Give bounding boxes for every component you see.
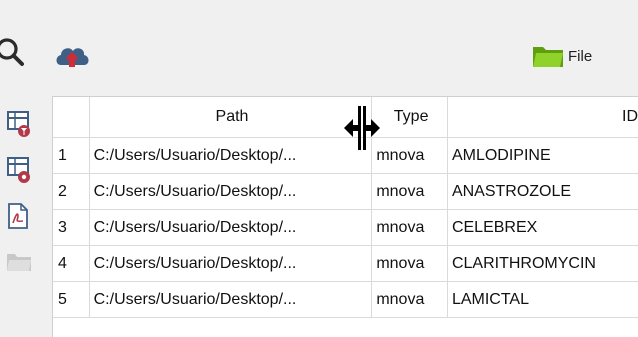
- search-icon: [0, 38, 24, 66]
- upload-button[interactable]: [50, 38, 94, 74]
- file-button[interactable]: File: [532, 41, 612, 71]
- cell-path[interactable]: C:/Users/Usuario/Desktop/...: [89, 209, 373, 246]
- cell-type[interactable]: mnova: [371, 209, 448, 246]
- cell-path[interactable]: C:/Users/Usuario/Desktop/...: [89, 245, 373, 282]
- search-button[interactable]: [0, 34, 30, 70]
- cell-type[interactable]: mnova: [371, 137, 448, 174]
- file-label: File: [568, 47, 593, 65]
- table-settings-button[interactable]: [6, 156, 32, 183]
- data-table: Path Type ID 1 C:/Users/Usuario/Desktop/…: [52, 96, 638, 337]
- cell-id[interactable]: LAMICTAL: [447, 281, 638, 318]
- cell-path[interactable]: C:/Users/Usuario/Desktop/...: [89, 281, 373, 318]
- table-row[interactable]: 5 C:/Users/Usuario/Desktop/... mnova LAM…: [53, 281, 638, 318]
- cell-path[interactable]: C:/Users/Usuario/Desktop/...: [89, 173, 373, 210]
- table-settings-icon: [7, 157, 30, 183]
- cell-type[interactable]: mnova: [371, 173, 448, 210]
- table-filter-icon: [7, 111, 30, 137]
- table-row[interactable]: 2 C:/Users/Usuario/Desktop/... mnova ANA…: [53, 173, 638, 210]
- folder-icon: [7, 254, 31, 271]
- row-number[interactable]: 1: [53, 137, 90, 174]
- row-number[interactable]: 5: [53, 281, 90, 318]
- row-number[interactable]: 4: [53, 245, 90, 282]
- column-header-type[interactable]: Type: [371, 97, 448, 138]
- pdf-export-button[interactable]: [6, 202, 32, 229]
- cell-id[interactable]: ANASTROZOLE: [447, 173, 638, 210]
- side-toolbar: [0, 98, 42, 330]
- filter-table-button[interactable]: [6, 110, 32, 137]
- header-corner[interactable]: [53, 97, 90, 138]
- cell-id[interactable]: CELEBREX: [447, 209, 638, 246]
- row-number[interactable]: 3: [53, 209, 90, 246]
- cell-type[interactable]: mnova: [371, 281, 448, 318]
- cloud-upload-icon: [56, 48, 89, 67]
- row-number[interactable]: 2: [53, 173, 90, 210]
- table-row[interactable]: 1 C:/Users/Usuario/Desktop/... mnova AML…: [53, 137, 638, 174]
- cell-id[interactable]: AMLODIPINE: [447, 137, 638, 174]
- pdf-document-icon: [8, 203, 28, 229]
- cell-path[interactable]: C:/Users/Usuario/Desktop/...: [89, 137, 373, 174]
- table-header-row: Path Type ID: [53, 97, 638, 138]
- folder-icon: [533, 47, 563, 67]
- toolbar: File: [0, 0, 638, 84]
- column-header-id[interactable]: ID: [447, 97, 638, 138]
- table-row[interactable]: 4 C:/Users/Usuario/Desktop/... mnova CLA…: [53, 245, 638, 282]
- open-folder-button[interactable]: [6, 250, 32, 276]
- cell-type[interactable]: mnova: [371, 245, 448, 282]
- table-row[interactable]: 3 C:/Users/Usuario/Desktop/... mnova CEL…: [53, 209, 638, 246]
- column-header-path[interactable]: Path: [89, 97, 373, 138]
- cell-id[interactable]: CLARITHROMYCIN: [447, 245, 638, 282]
